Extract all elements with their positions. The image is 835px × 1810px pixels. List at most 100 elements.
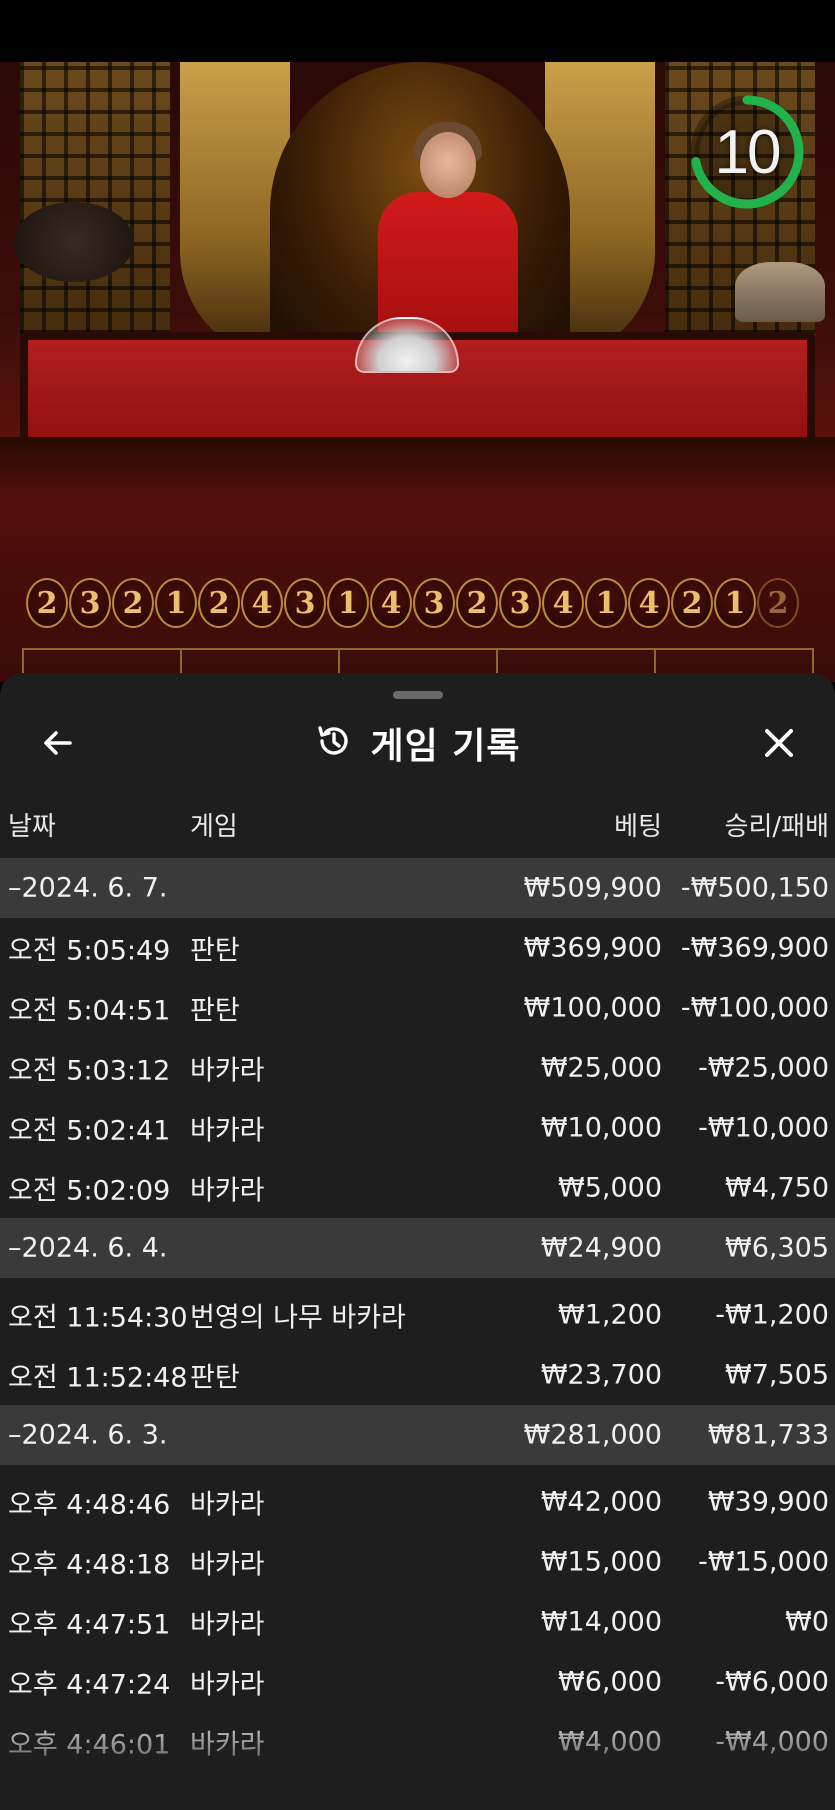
bonsai-decoration (14, 202, 134, 282)
history-row[interactable]: 오후 4:46:01 바카라 ₩4,000 -₩4,000 (0, 1712, 835, 1772)
history-icon (314, 721, 354, 765)
dragon-statue (735, 262, 825, 322)
history-row[interactable]: 오후 4:47:51 바카라 ₩14,000 ₩0 (0, 1592, 835, 1652)
row-time: 오후 4:46:01 (8, 1729, 171, 1761)
sheet-header: 게임 기록 (0, 703, 835, 783)
row-time: 오전 11:54:30 (8, 1302, 188, 1334)
date-group-row[interactable]: –2024. 6. 7. ₩509,900 -₩500,150 (0, 858, 835, 918)
row-game: 바카라 (190, 1175, 265, 1207)
bead-result: 2 (757, 578, 799, 628)
bead-result: 1 (714, 578, 756, 628)
row-game: 판탄 (190, 935, 240, 967)
history-list: –2024. 6. 7. ₩509,900 -₩500,150 오전 5:05:… (0, 858, 835, 1772)
row-time: 오전 5:05:49 (8, 935, 171, 967)
sheet-title-group: 게임 기록 (0, 703, 835, 783)
bead-result: 4 (628, 578, 670, 628)
bead-result: 4 (370, 578, 412, 628)
row-game: 바카라 (190, 1055, 265, 1087)
row-bet: ₩23,700 (540, 1359, 662, 1391)
row-time: 오전 5:03:12 (8, 1055, 171, 1087)
row-game: 바카라 (190, 1549, 265, 1581)
bead-result: 1 (155, 578, 197, 628)
row-time: 오후 4:48:46 (8, 1489, 171, 1521)
row-time: 오전 5:04:51 (8, 995, 171, 1027)
row-result: -₩15,000 (698, 1546, 829, 1578)
column-header-game: 게임 (190, 812, 238, 842)
bead-result: 2 (112, 578, 154, 628)
bead-result: 3 (284, 578, 326, 628)
row-game: 번영의 나무 바카라 (190, 1302, 406, 1334)
close-button[interactable] (751, 717, 807, 773)
group-result-total: -₩500,150 (680, 872, 829, 904)
group-date: –2024. 6. 3. (8, 1419, 168, 1451)
countdown-timer: 10 (688, 93, 806, 211)
row-result: -₩369,900 (680, 932, 829, 964)
row-result: ₩0 (785, 1606, 829, 1638)
row-bet: ₩10,000 (540, 1112, 662, 1144)
row-game: 판탄 (190, 1362, 240, 1394)
bead-result: 2 (198, 578, 240, 628)
group-bet-total: ₩509,900 (523, 872, 662, 904)
history-row[interactable]: 오전 11:52:48 판탄 ₩23,700 ₩7,505 (0, 1345, 835, 1405)
bead-result: 3 (69, 578, 111, 628)
row-time: 오전 5:02:09 (8, 1175, 171, 1207)
row-result: -₩25,000 (698, 1052, 829, 1084)
timer-value: 10 (714, 117, 782, 187)
history-row[interactable]: 오전 11:54:30 번영의 나무 바카라 ₩1,200 -₩1,200 (0, 1285, 835, 1345)
dealer-head (420, 132, 476, 198)
date-group-row[interactable]: –2024. 6. 3. ₩281,000 ₩81,733 (0, 1405, 835, 1465)
row-bet: ₩42,000 (540, 1486, 662, 1518)
history-row[interactable]: 오전 5:02:41 바카라 ₩10,000 -₩10,000 (0, 1098, 835, 1158)
column-header-date: 날짜 (8, 812, 56, 842)
row-bet: ₩15,000 (540, 1546, 662, 1578)
row-bet: ₩25,000 (540, 1052, 662, 1084)
group-date: –2024. 6. 7. (8, 872, 168, 904)
row-result: -₩4,000 (715, 1726, 829, 1758)
group-result-total: ₩81,733 (707, 1419, 829, 1451)
group-date: –2024. 6. 4. (8, 1232, 168, 1264)
row-game: 바카라 (190, 1489, 265, 1521)
history-row[interactable]: 오전 5:05:49 판탄 ₩369,900 -₩369,900 (0, 918, 835, 978)
sheet-grabber[interactable] (393, 691, 443, 699)
row-game: 바카라 (190, 1729, 265, 1761)
row-time: 오후 4:47:51 (8, 1609, 171, 1641)
date-group-row[interactable]: –2024. 6. 4. ₩24,900 ₩6,305 (0, 1218, 835, 1278)
bead-result: 2 (26, 578, 68, 628)
table-front (0, 437, 835, 487)
row-time: 오후 4:48:18 (8, 1549, 171, 1581)
history-row[interactable]: 오전 5:02:09 바카라 ₩5,000 ₩4,750 (0, 1158, 835, 1218)
history-row[interactable]: 오전 5:03:12 바카라 ₩25,000 -₩25,000 (0, 1038, 835, 1098)
row-bet: ₩4,000 (558, 1726, 662, 1758)
back-button[interactable] (30, 717, 86, 773)
group-result-total: ₩6,305 (725, 1232, 829, 1264)
row-game: 바카라 (190, 1669, 265, 1701)
bead-result: 1 (327, 578, 369, 628)
row-bet: ₩1,200 (558, 1299, 662, 1331)
bead-result: 3 (499, 578, 541, 628)
row-result: -₩100,000 (680, 992, 829, 1024)
row-result: ₩39,900 (707, 1486, 829, 1518)
row-bet: ₩369,900 (523, 932, 662, 964)
bead-result: 1 (585, 578, 627, 628)
bead-road: 232124314323414212 (26, 578, 799, 628)
row-bet: ₩100,000 (523, 992, 662, 1024)
history-row[interactable]: 오전 5:04:51 판탄 ₩100,000 -₩100,000 (0, 978, 835, 1038)
row-time: 오전 11:52:48 (8, 1362, 188, 1394)
row-bet: ₩14,000 (540, 1606, 662, 1638)
row-bet: ₩6,000 (558, 1666, 662, 1698)
row-result: ₩4,750 (725, 1172, 829, 1204)
bead-result: 4 (241, 578, 283, 628)
game-history-sheet: 게임 기록 날짜 게임 베팅 승리/패배 –2024. 6. 7. ₩509,9… (0, 673, 835, 1810)
bead-result: 4 (542, 578, 584, 628)
row-game: 바카라 (190, 1609, 265, 1641)
close-icon (762, 726, 796, 764)
history-row[interactable]: 오후 4:47:24 바카라 ₩6,000 -₩6,000 (0, 1652, 835, 1712)
column-header-result: 승리/패배 (724, 812, 829, 842)
row-result: -₩1,200 (715, 1299, 829, 1331)
row-result: -₩6,000 (715, 1666, 829, 1698)
bead-result: 3 (413, 578, 455, 628)
history-row[interactable]: 오후 4:48:46 바카라 ₩42,000 ₩39,900 (0, 1472, 835, 1532)
history-row[interactable]: 오후 4:48:18 바카라 ₩15,000 -₩15,000 (0, 1532, 835, 1592)
group-bet-total: ₩24,900 (540, 1232, 662, 1264)
bead-result: 2 (671, 578, 713, 628)
